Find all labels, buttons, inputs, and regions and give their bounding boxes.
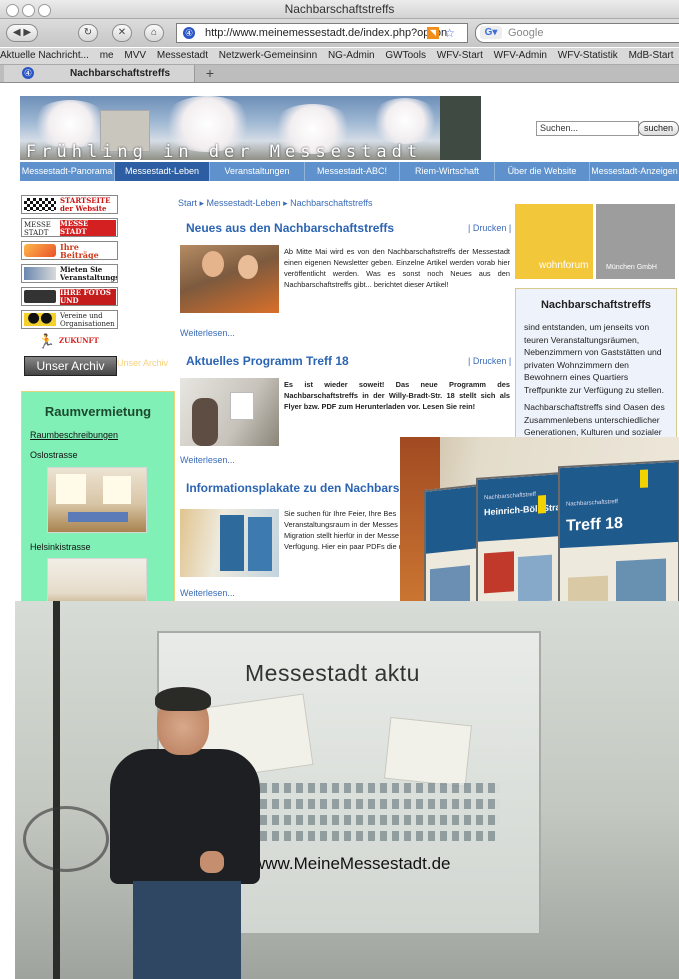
archiv-ghost-text: Unser Archiv — [117, 358, 169, 368]
new-tab-button[interactable]: + — [198, 65, 222, 82]
article-3-image[interactable] — [180, 509, 279, 577]
bookmark-item[interactable]: Aktuelle Nachricht... — [0, 50, 89, 61]
showcase-url: www.MeineMessestadt.de — [253, 854, 451, 873]
bookmark-item[interactable]: WFV-Statistik — [558, 50, 618, 61]
back-forward-button[interactable]: ◀ ▶ — [6, 24, 38, 42]
site-favicon-icon: ④ — [183, 27, 195, 39]
rss-icon[interactable]: ◥ — [427, 27, 439, 39]
key-icon — [24, 267, 56, 280]
muenchen-text: München GmbH — [606, 264, 657, 271]
home-icon[interactable]: ⌂ — [144, 24, 164, 42]
archiv-button[interactable]: Unser Archiv — [24, 356, 117, 376]
running-figure-icon: 🏃 — [37, 333, 55, 349]
info-box-paragraph-2: Nachbarschaftstreffs sind Oasen des Zusa… — [524, 402, 665, 437]
beitraege-button[interactable]: Ihre Beiträge Texte, Fotos, etc — [21, 241, 118, 260]
article-1-text: Ab Mitte Mai wird es von den Nachbarscha… — [284, 247, 510, 289]
article-3-text: Sie suchen für Ihre Feier, Ihre Bes Vera… — [284, 509, 407, 551]
url-bar[interactable]: ④ http://www.meinemessestadt.de/index.ph… — [176, 23, 468, 43]
banner-text: Frühling in der Messestadt — [26, 142, 423, 160]
fotos-button[interactable]: IHRE FOTOS UND DIASCHAUEN — [21, 287, 118, 306]
photo-messestadt-showcase: Messestadt aktu www.MeineMessestadt.de — [15, 601, 679, 979]
raumvermietung-box: Raumvermietung Raumbeschreibungen Oslost… — [21, 391, 175, 608]
main-navigation: Messestadt-Panorama Messestadt-Leben Ver… — [20, 162, 679, 181]
bookmark-item[interactable]: GWTools — [385, 50, 426, 61]
browser-search-input[interactable]: G▾ Google — [475, 23, 679, 43]
startseite-button[interactable]: STARTSEITE der Website — [21, 195, 118, 214]
photo-icon — [24, 290, 56, 303]
zukunft-button[interactable]: 🏃 ZUKUNFT — [21, 333, 116, 350]
people-icon — [24, 313, 56, 326]
nav-item-ueber[interactable]: Über die Website — [495, 162, 590, 181]
article-2-image[interactable] — [180, 378, 279, 446]
wohnforum-logo[interactable]: wohnforum — [515, 204, 593, 279]
window-title: Nachbarschaftstreffs — [284, 2, 395, 16]
bookmark-item[interactable]: MVV — [124, 50, 146, 61]
nav-item-leben[interactable]: Messestadt-Leben — [115, 162, 210, 181]
url-text: http://www.meinemessestadt.de/index.php?… — [205, 27, 448, 39]
kleinanzeigen-button[interactable]: MESSE STADT MESSE STADT KLEINANZEIGEN — [21, 218, 118, 237]
room-photo-oslostrasse[interactable] — [47, 467, 147, 533]
bookmark-item[interactable]: Messestadt — [157, 50, 208, 61]
search-placeholder: Google — [508, 27, 544, 39]
bookmark-item[interactable]: WFV-Admin — [494, 50, 547, 61]
info-box-title: Nachbarschaftstreffs — [540, 299, 652, 311]
header-banner: Frühling in der Messestadt — [20, 96, 481, 160]
article-1-read-more[interactable]: Weiterlesen... — [180, 328, 235, 338]
place-oslostrasse: Oslostrasse — [30, 450, 78, 460]
bookmark-item[interactable]: WFV-Start — [437, 50, 483, 61]
reload-icon[interactable]: ↻ — [78, 24, 98, 42]
nav-item-anzeigen[interactable]: Messestadt-Anzeigen — [590, 162, 679, 181]
muenchen-gmbh-logo[interactable]: München GmbH — [596, 204, 675, 279]
raumbeschreibungen-link[interactable]: Raumbeschreibungen — [30, 430, 118, 440]
tab-active[interactable]: ④ Nachbarschaftstreffs — [4, 65, 195, 82]
bookmark-item[interactable]: NG-Admin — [328, 50, 375, 61]
messestadt-logo-icon: MESSE STADT — [24, 221, 51, 237]
place-helsinkistrasse: Helsinkistrasse — [30, 542, 91, 552]
nav-item-panorama[interactable]: Messestadt-Panorama — [20, 162, 115, 181]
bookmarks-bar: Aktuelle Nachricht... me MVV Messestadt … — [0, 48, 679, 65]
google-icon[interactable]: G▾ — [480, 26, 502, 39]
site-search-button[interactable]: suchen — [638, 121, 679, 136]
site-search-input[interactable]: Suchen... — [536, 121, 639, 136]
bookmark-item[interactable]: Netzwerk-Gemeinsinn — [219, 50, 317, 61]
checkered-flag-icon — [24, 198, 56, 211]
article-2-text: Es ist wieder soweit! Das neue Programm … — [284, 380, 510, 411]
article-1-image[interactable] — [180, 245, 279, 313]
nav-item-veranstaltungen[interactable]: Veranstaltungen — [210, 162, 305, 181]
bookmark-star-icon[interactable]: ☆ — [444, 24, 455, 42]
breadcrumb[interactable]: Start ▸ Messestadt-Leben ▸ Nachbarschaft… — [178, 198, 372, 209]
pen-icon — [24, 244, 56, 257]
article-1-print-link[interactable]: | Drucken | — [468, 223, 511, 233]
bookmark-item[interactable]: MdB-Start — [629, 50, 674, 61]
nav-item-abc[interactable]: Messestadt-ABC! — [305, 162, 400, 181]
wohnforum-text: wohnforum — [539, 260, 589, 271]
poster-treff-18-title: Treff 18 — [566, 514, 623, 535]
nachbarschaftstreffs-info-box: Nachbarschaftstreffs sind entstanden, um… — [515, 288, 677, 460]
vereine-button[interactable]: Vereine und Organisationen — [21, 310, 118, 329]
article-1-title[interactable]: Neues aus den Nachbarschaftstreffs — [186, 221, 394, 235]
article-2-title[interactable]: Aktuelles Programm Treff 18 — [186, 354, 349, 368]
bookmark-item[interactable]: me — [100, 50, 114, 61]
tab-title: Nachbarschaftstreffs — [70, 68, 171, 79]
article-3-read-more[interactable]: Weiterlesen... — [180, 588, 235, 598]
nav-item-wirtschaft[interactable]: Riem-Wirtschaft — [400, 162, 495, 181]
article-2-print-link[interactable]: | Drucken | — [468, 356, 511, 366]
showcase-title: Messestadt aktu — [245, 660, 420, 686]
tab-favicon-icon: ④ — [22, 67, 34, 79]
article-2-read-more[interactable]: Weiterlesen... — [180, 455, 235, 465]
info-box-paragraph-1: sind entstanden, um jenseits von teuren … — [524, 322, 664, 395]
mieten-button[interactable]: Mieten Sie Veranstaltungsräume — [21, 264, 118, 283]
raum-title: Raumvermietung — [44, 404, 152, 419]
stop-icon[interactable]: ✕ — [112, 24, 132, 42]
